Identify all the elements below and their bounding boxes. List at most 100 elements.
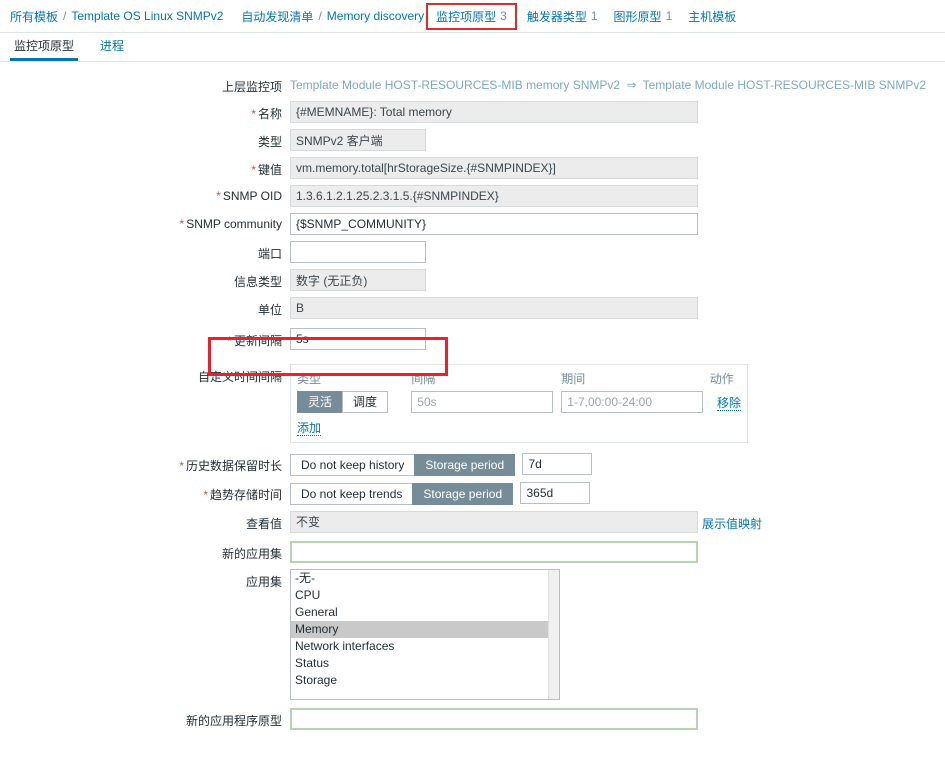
snmp-community-input[interactable] (290, 213, 698, 235)
applications-scrollbar[interactable] (548, 569, 559, 699)
control-port (290, 241, 945, 263)
row-show-value: 查看值 展示值映射 (0, 510, 945, 533)
crumb-all-templates[interactable]: 所有模板 (10, 8, 58, 25)
units-input[interactable] (290, 297, 698, 319)
label-snmp-community-text: SNMP community (186, 217, 282, 231)
label-snmp-oid: * SNMP OID (0, 185, 290, 203)
list-item[interactable]: General (291, 604, 559, 621)
label-trends-text: 趋势存储时间 (209, 487, 282, 502)
applications-listbox[interactable]: -无- CPU General Memory Network interface… (290, 568, 560, 700)
trends-period-input[interactable] (520, 481, 591, 504)
row-history: * 历史数据保留时长 Do not keep history Storage pe… (0, 453, 945, 476)
period-input[interactable] (561, 391, 704, 413)
control-value-type (290, 269, 945, 291)
list-item[interactable]: -无- (291, 570, 559, 587)
label-snmp-community: * SNMP community (0, 213, 290, 231)
update-interval-input[interactable] (290, 328, 426, 350)
row-units: 单位 (0, 297, 945, 319)
label-new-application-prototype: 新的应用程序原型 (185, 713, 282, 728)
history-storage-period-button[interactable]: Storage period (414, 453, 516, 476)
control-snmp-oid (290, 185, 945, 207)
header-type: 类型 (297, 372, 322, 386)
type-select[interactable] (290, 129, 426, 151)
label-show-value: 查看值 (245, 516, 282, 531)
label-name-text: 名称 (257, 107, 282, 121)
row-new-application-prototype: 新的应用程序原型 (0, 707, 945, 730)
parent-item-link-2[interactable]: Template Module HOST-RESOURCES-MIB SNMPv… (643, 78, 926, 92)
row-applications: 应用集 -无- CPU General Memory Network inter… (0, 568, 945, 700)
port-input[interactable] (290, 241, 426, 263)
label-applications: 应用集 (245, 574, 282, 589)
required-marker-name: * (251, 107, 256, 121)
crumb-tab-trigger-prototypes-count: 1 (590, 9, 598, 23)
list-item[interactable]: CPU (291, 587, 559, 604)
required-marker-history: * (179, 459, 184, 473)
tab-item-prototype[interactable]: 监控项原型 (10, 33, 79, 61)
cell-interval-type: 灵活 调度 (297, 390, 411, 414)
remove-interval-link[interactable]: 移除 (716, 395, 741, 411)
add-interval-link[interactable]: 添加 (297, 421, 322, 436)
cell-action: 移除 (710, 390, 741, 414)
crumb-tab-item-prototypes-label[interactable]: 监控项原型 (436, 8, 496, 25)
label-name: * 名称 (0, 101, 290, 122)
crumb-tab-graph-prototypes[interactable]: 图形原型 1 (606, 5, 681, 28)
row-snmp-community: * SNMP community (0, 213, 945, 235)
breadcrumb: 所有模板 / Template OS Linux SNMPv2 自动发现清单 /… (0, 0, 945, 33)
header-action: 动作 (709, 372, 734, 386)
crumb-tab-trigger-prototypes-label[interactable]: 触发器类型 (527, 8, 587, 25)
crumb-tab-host-prototypes-label[interactable]: 主机模板 (688, 8, 736, 25)
list-item[interactable]: Storage (291, 672, 559, 689)
trends-do-not-keep-button[interactable]: Do not keep trends (290, 482, 414, 505)
breadcrumb-group-template: 所有模板 / Template OS Linux SNMPv2 (10, 8, 223, 25)
label-type: 类型 (257, 135, 282, 149)
new-application-prototype-input[interactable] (290, 707, 698, 730)
control-key (290, 157, 945, 179)
row-new-application: 新的应用集 (0, 540, 945, 563)
row-update-interval: * 更新间隔 (0, 328, 945, 350)
interval-type-scheduling-button[interactable]: 调度 (342, 391, 389, 413)
interval-input[interactable] (411, 391, 554, 413)
list-item[interactable]: Memory (291, 620, 559, 638)
table-row: 灵活 调度 移除 (297, 390, 741, 414)
trends-storage-period-button[interactable]: Storage period (412, 482, 514, 505)
history-do-not-keep-button[interactable]: Do not keep history (290, 453, 416, 476)
show-value-select[interactable] (290, 510, 698, 533)
row-trends: * 趋势存储时间 Do not keep trends Storage perio… (0, 481, 945, 505)
name-input[interactable] (290, 101, 698, 123)
crumb-tab-host-prototypes[interactable]: 主机模板 (680, 5, 744, 28)
row-type: 类型 (0, 129, 945, 151)
show-value-mapping-link[interactable]: 展示值映射 (702, 517, 762, 531)
row-custom-intervals: 自定义时间间隔 类型 间隔 期间 动作 灵活 调度 50s 1-7,00:00-… (0, 364, 945, 443)
tab-preprocessing[interactable]: 进程 (96, 33, 128, 61)
list-item[interactable]: Status (291, 655, 559, 672)
control-applications: -无- CPU General Memory Network interface… (290, 568, 945, 700)
crumb-memory-discovery[interactable]: Memory discovery (327, 9, 424, 23)
label-snmp-oid-text: SNMP OID (222, 189, 282, 203)
list-item[interactable]: Network interfaces (291, 638, 559, 655)
parent-item-link-1[interactable]: Template Module HOST-RESOURCES-MIB memor… (290, 78, 620, 92)
cell-interval-value (411, 390, 561, 414)
required-marker-snmp-oid: * (216, 189, 221, 203)
cell-period-value (561, 390, 709, 414)
key-input[interactable] (290, 157, 698, 179)
crumb-template[interactable]: Template OS Linux SNMPv2 (71, 9, 223, 23)
row-parent-item: 上层监控项 Template Module HOST-RESOURCES-MIB… (0, 74, 945, 95)
new-application-input[interactable] (290, 540, 698, 563)
crumb-discovery-list[interactable]: 自动发现清单 (241, 8, 313, 25)
interval-type-flexible-button[interactable]: 灵活 (297, 391, 344, 413)
label-units: 单位 (257, 303, 282, 317)
label-update-interval: * 更新间隔 (0, 328, 290, 349)
value-type-select[interactable] (290, 269, 426, 291)
crumb-tab-item-prototypes[interactable]: 监控项原型 3 (426, 2, 517, 30)
history-period-input[interactable] (522, 453, 593, 475)
control-name (290, 101, 945, 123)
breadcrumb-separator: / (63, 9, 67, 23)
custom-intervals-header-row: 类型 间隔 期间 动作 (297, 369, 741, 390)
tab-preprocessing-label: 进程 (100, 39, 125, 53)
snmp-oid-input[interactable] (290, 185, 698, 207)
crumb-tab-item-prototypes-count: 3 (500, 9, 507, 23)
required-marker-update-interval: * (227, 334, 232, 348)
crumb-tab-graph-prototypes-label[interactable]: 图形原型 (614, 8, 662, 25)
crumb-tab-trigger-prototypes[interactable]: 触发器类型 1 (519, 5, 606, 28)
header-interval: 间隔 (411, 372, 436, 386)
